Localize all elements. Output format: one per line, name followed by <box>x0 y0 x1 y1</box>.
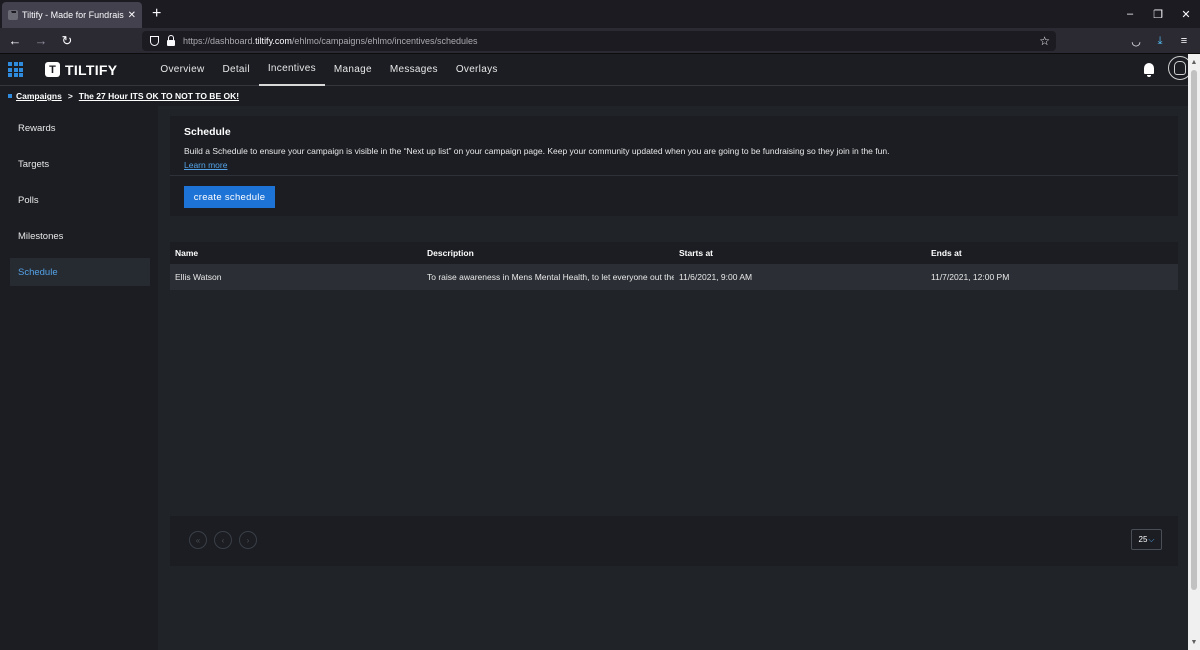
table-header: Name Description Starts at Ends at <box>170 242 1178 264</box>
window-controls: – ❐ ✕ <box>1116 0 1200 28</box>
shield-icon[interactable] <box>150 36 159 46</box>
create-schedule-button[interactable]: create schedule <box>184 186 275 208</box>
reload-icon[interactable]: ↻ <box>56 30 78 52</box>
breadcrumb-campaign-link[interactable]: The 27 Hour ITS OK TO NOT TO BE OK! <box>79 91 239 101</box>
per-page-value: 25 <box>1138 535 1148 544</box>
url-host: tiltify.com <box>255 36 292 46</box>
nav-overlays[interactable]: Overlays <box>447 54 507 86</box>
logo-text: TILTIFY <box>65 61 118 78</box>
scroll-down-icon[interactable]: ▼ <box>1188 636 1200 648</box>
pocket-icon[interactable]: ◡ <box>1126 31 1146 51</box>
apps-grid-icon[interactable] <box>8 62 23 77</box>
header-right <box>1144 56 1192 80</box>
sidebar: Rewards Targets Polls Milestones Schedul… <box>0 106 158 650</box>
close-window-icon[interactable]: ✕ <box>1172 0 1200 28</box>
notifications-bell-icon[interactable] <box>1144 62 1154 77</box>
nav-manage[interactable]: Manage <box>325 54 381 86</box>
cell-ends-at: 11/7/2021, 12:00 PM <box>931 272 1010 282</box>
previous-page-icon[interactable]: ‹ <box>214 531 232 549</box>
breadcrumb: Campaigns > The 27 Hour ITS OK TO NOT TO… <box>0 86 1200 106</box>
bookmark-star-icon[interactable]: ☆ <box>1039 34 1050 48</box>
minimize-icon[interactable]: – <box>1116 0 1144 28</box>
browser-tab[interactable]: Tiltify - Made for Fundraisers ✕ <box>2 2 142 28</box>
breadcrumb-marker-icon <box>8 94 12 98</box>
new-tab-icon[interactable]: + <box>152 5 161 23</box>
forward-icon[interactable]: → <box>30 30 52 52</box>
column-header-name[interactable]: Name <box>170 248 422 258</box>
restore-icon[interactable]: ❐ <box>1144 0 1172 28</box>
cell-starts-at: 11/6/2021, 9:00 AM <box>679 272 753 282</box>
pagination: « ‹ › 25 ⌵ <box>170 516 1178 566</box>
first-page-icon[interactable]: « <box>189 531 207 549</box>
scroll-up-icon[interactable]: ▲ <box>1188 56 1200 68</box>
browser-nav-bar: ← → ↻ https://dashboard. tiltify.com/ehlm… <box>0 28 1200 54</box>
cell-description: To raise awareness in Mens Mental Health… <box>427 272 674 282</box>
cell-name: Ellis Watson <box>175 272 222 282</box>
logo-mark: T <box>45 62 60 77</box>
schedule-table: Name Description Starts at Ends at Ellis… <box>170 242 1178 290</box>
tiltify-favicon-icon <box>8 10 18 20</box>
download-icon[interactable]: ⤓ <box>1150 31 1170 51</box>
column-header-description[interactable]: Description <box>422 248 674 258</box>
scrollbar-thumb[interactable] <box>1191 70 1197 590</box>
lock-icon[interactable] <box>167 34 175 46</box>
breadcrumb-campaigns-link[interactable]: Campaigns <box>16 91 62 101</box>
nav-incentives[interactable]: Incentives <box>258 54 325 86</box>
column-header-ends-at[interactable]: Ends at <box>926 248 1178 258</box>
next-page-icon[interactable]: › <box>239 531 257 549</box>
tiltify-logo[interactable]: T TILTIFY <box>45 62 117 78</box>
schedule-description: Build a Schedule to ensure your campaign… <box>184 146 890 156</box>
url-prefix: https://dashboard. <box>183 36 256 46</box>
page-scrollbar[interactable]: ▲ ▼ <box>1188 54 1200 650</box>
back-icon[interactable]: ← <box>4 30 26 52</box>
sidebar-item-targets[interactable]: Targets <box>10 150 150 178</box>
table-row[interactable]: Ellis Watson To raise awareness in Mens … <box>170 264 1178 290</box>
sidebar-item-milestones[interactable]: Milestones <box>10 222 150 250</box>
url-path: /ehlmo/campaigns/ehlmo/incentives/schedu… <box>291 36 478 46</box>
menu-icon[interactable]: ≡ <box>1174 31 1194 51</box>
chevron-down-icon: ⌵ <box>1148 534 1155 544</box>
page-title: Schedule <box>184 126 231 138</box>
nav-messages[interactable]: Messages <box>381 54 447 86</box>
url-bar[interactable]: https://dashboard. tiltify.com/ehlmo/camp… <box>142 31 1056 51</box>
per-page-select[interactable]: 25 ⌵ <box>1131 529 1162 550</box>
nav-detail[interactable]: Detail <box>213 54 258 86</box>
tab-close-icon[interactable]: ✕ <box>128 10 136 21</box>
divider <box>170 175 1178 176</box>
sidebar-item-rewards[interactable]: Rewards <box>10 114 150 142</box>
column-header-starts-at[interactable]: Starts at <box>674 248 926 258</box>
main-nav: Overview Detail Incentives Manage Messag… <box>151 54 506 86</box>
sidebar-item-schedule[interactable]: Schedule <box>10 258 150 286</box>
breadcrumb-separator: > <box>67 91 73 101</box>
schedule-panel: Schedule Build a Schedule to ensure your… <box>170 116 1178 216</box>
learn-more-link[interactable]: Learn more <box>184 160 227 170</box>
site-header: T TILTIFY Overview Detail Incentives Man… <box>0 54 1200 86</box>
main-content: Schedule Build a Schedule to ensure your… <box>158 106 1188 650</box>
sidebar-item-polls[interactable]: Polls <box>10 186 150 214</box>
browser-tab-bar: Tiltify - Made for Fundraisers ✕ + – ❐ ✕ <box>0 0 1200 28</box>
tab-title: Tiltify - Made for Fundraisers <box>22 10 124 20</box>
browser-toolbar-right: ◡ ⤓ ≡ <box>1126 31 1194 51</box>
nav-overview[interactable]: Overview <box>151 54 213 86</box>
